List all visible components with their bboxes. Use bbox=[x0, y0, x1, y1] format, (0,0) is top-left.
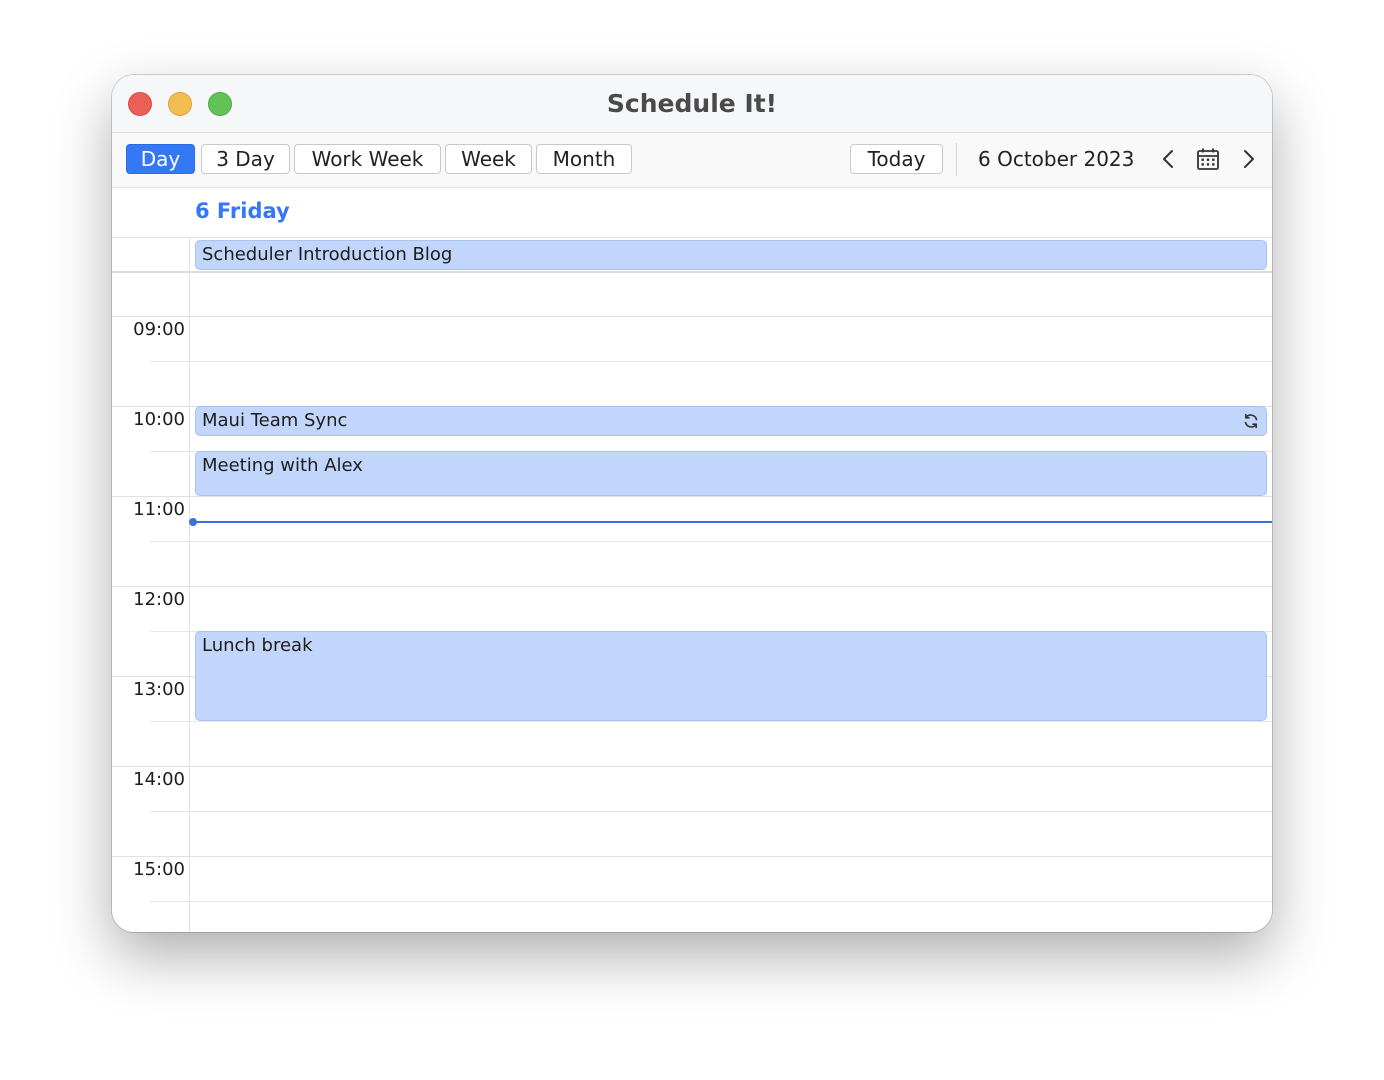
event-title: Meeting with Alex bbox=[202, 455, 363, 476]
half-hour-line bbox=[150, 811, 1272, 812]
gutter-divider bbox=[189, 273, 190, 932]
current-time-dot bbox=[189, 518, 197, 526]
view-day-button[interactable]: Day bbox=[126, 144, 195, 174]
event-title: Scheduler Introduction Blog bbox=[202, 244, 453, 265]
hour-line bbox=[112, 586, 1272, 587]
time-label: 09:00 bbox=[133, 319, 185, 340]
toolbar: Day 3 Day Work Week Week Month Today 6 O… bbox=[112, 133, 1272, 188]
title-bar[interactable]: Schedule It! bbox=[112, 75, 1272, 133]
half-hour-line bbox=[150, 721, 1272, 722]
time-grid[interactable]: 09:00 10:00 11:00 12:00 13:00 14:00 15:0… bbox=[112, 273, 1272, 932]
all-day-row: Scheduler Introduction Blog bbox=[112, 238, 1272, 273]
time-label: 10:00 bbox=[133, 409, 185, 430]
view-week-button[interactable]: Week bbox=[445, 144, 532, 174]
view-work-week-button[interactable]: Work Week bbox=[294, 144, 441, 174]
window-title: Schedule It! bbox=[606, 89, 778, 118]
hour-line bbox=[112, 766, 1272, 767]
chevron-right-icon[interactable] bbox=[1235, 146, 1261, 172]
event-lunch-break[interactable]: Lunch break bbox=[195, 631, 1267, 721]
event-title: Lunch break bbox=[202, 635, 313, 656]
current-date-label: 6 October 2023 bbox=[978, 147, 1135, 171]
event-title: Maui Team Sync bbox=[202, 410, 348, 431]
view-3day-button[interactable]: 3 Day bbox=[201, 144, 290, 174]
gutter-divider bbox=[189, 238, 190, 271]
app-window: Schedule It! Day 3 Day Work Week Week Mo… bbox=[112, 75, 1272, 932]
all-day-event[interactable]: Scheduler Introduction Blog bbox=[195, 240, 1267, 270]
chevron-left-icon[interactable] bbox=[1156, 146, 1182, 172]
half-hour-line bbox=[150, 901, 1272, 902]
day-header: 6 Friday bbox=[112, 188, 1272, 238]
hour-line bbox=[112, 316, 1272, 317]
toolbar-divider bbox=[956, 143, 957, 176]
view-month-button[interactable]: Month bbox=[536, 144, 632, 174]
time-label: 12:00 bbox=[133, 589, 185, 610]
recurring-icon bbox=[1242, 412, 1260, 430]
time-label: 15:00 bbox=[133, 859, 185, 880]
hour-line bbox=[112, 496, 1272, 497]
half-hour-line bbox=[150, 541, 1272, 542]
time-label: 14:00 bbox=[133, 769, 185, 790]
event-maui-team-sync[interactable]: Maui Team Sync bbox=[195, 406, 1267, 436]
current-time-line bbox=[194, 521, 1272, 523]
hour-line bbox=[112, 856, 1272, 857]
half-hour-line bbox=[150, 361, 1272, 362]
time-label: 11:00 bbox=[133, 499, 185, 520]
calendar-icon[interactable] bbox=[1195, 146, 1221, 172]
time-label: 13:00 bbox=[133, 679, 185, 700]
today-button[interactable]: Today bbox=[850, 144, 943, 174]
event-meeting-with-alex[interactable]: Meeting with Alex bbox=[195, 451, 1267, 496]
day-title[interactable]: 6 Friday bbox=[195, 199, 290, 223]
